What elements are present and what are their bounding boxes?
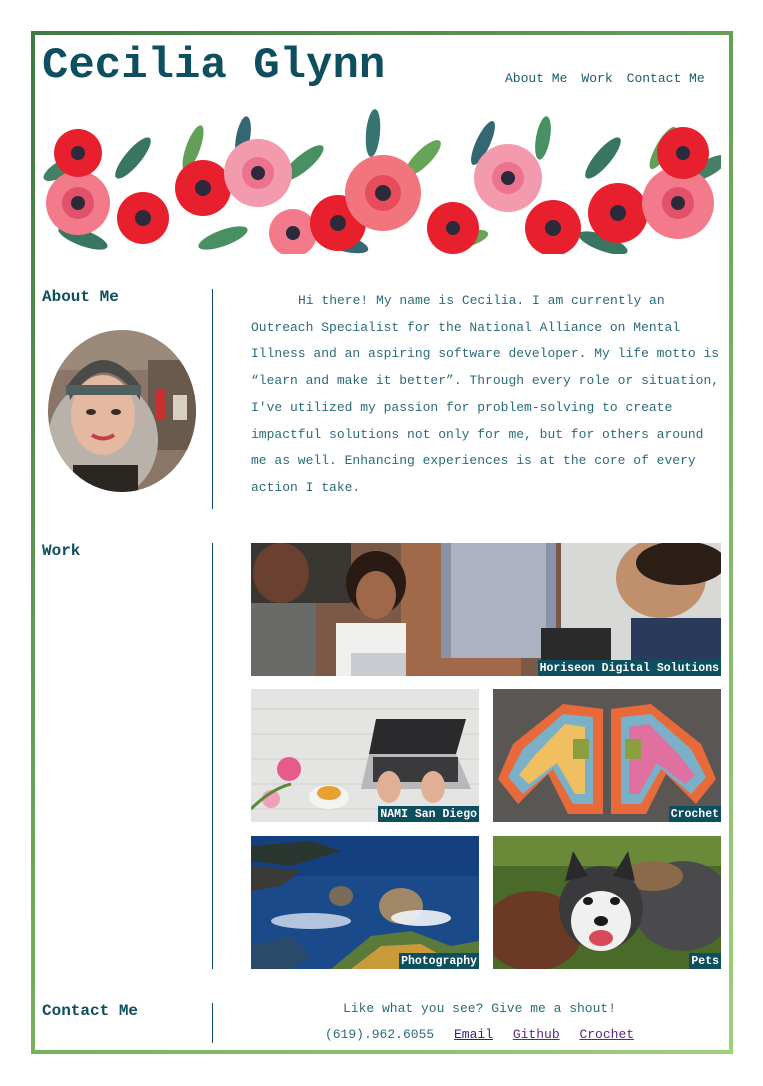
about-divider <box>212 289 213 509</box>
profile-photo-avatar <box>48 330 196 492</box>
tile-label-crochet: Crochet <box>668 806 721 822</box>
work-tile-photography[interactable]: Photography <box>251 836 479 969</box>
coastline-photo <box>251 836 479 969</box>
nav-contact-me[interactable]: Contact Me <box>627 71 705 86</box>
work-heading: Work <box>42 542 81 560</box>
crochet-link[interactable]: Crochet <box>579 1027 634 1042</box>
work-tile-crochet[interactable]: Crochet <box>493 689 721 822</box>
floral-banner-image <box>43 108 721 254</box>
work-divider <box>212 543 213 969</box>
about-text: Hi there! My name is Cecilia. I am curre… <box>251 293 720 495</box>
husky-dog-photo <box>493 836 721 969</box>
contact-tagline: Like what you see? Give me a shout! <box>342 1001 617 1016</box>
team-meeting-photo <box>251 543 721 676</box>
tile-label-pets: Pets <box>689 953 721 969</box>
contact-phone: (619).962.6055 <box>324 1027 435 1042</box>
nav-work[interactable]: Work <box>581 71 612 86</box>
tile-label-photography: Photography <box>399 953 479 969</box>
contact-links-row: (619).962.6055 Email Github Crochet <box>214 1027 745 1042</box>
about-paragraph: Hi there! My name is Cecilia. I am curre… <box>251 288 721 502</box>
laptop-desk-photo <box>251 689 479 822</box>
work-tile-horiseon[interactable]: Horiseon Digital Solutions <box>251 543 721 676</box>
site-title: Cecilia Glynn <box>42 41 386 91</box>
about-heading: About Me <box>42 288 119 306</box>
github-link[interactable]: Github <box>513 1027 560 1042</box>
work-tile-pets[interactable]: Pets <box>493 836 721 969</box>
tile-label-horiseon: Horiseon Digital Solutions <box>537 660 721 676</box>
crochet-sweater-photo <box>493 689 721 822</box>
nav-about-me[interactable]: About Me <box>505 71 567 86</box>
work-tile-nami[interactable]: NAMI San Diego <box>251 689 479 822</box>
tile-label-nami: NAMI San Diego <box>378 806 479 822</box>
email-link[interactable]: Email <box>454 1027 493 1042</box>
contact-divider <box>212 1003 213 1043</box>
top-nav: About Me Work Contact Me <box>505 71 705 86</box>
contact-heading: Contact Me <box>42 1002 139 1020</box>
